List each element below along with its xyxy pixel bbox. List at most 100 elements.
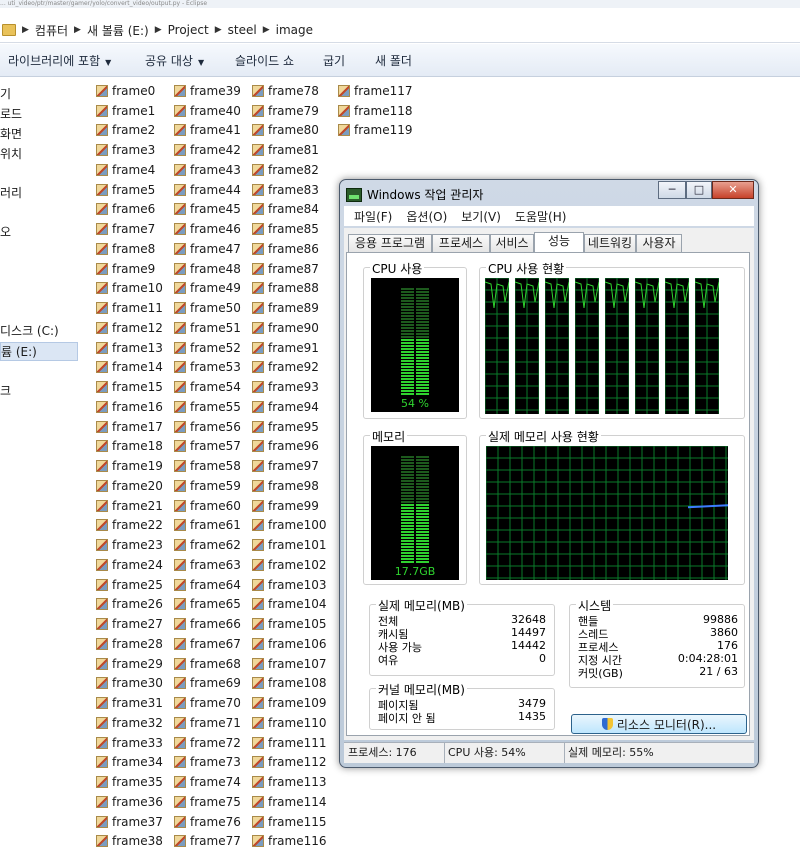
file-item[interactable]: frame104 xyxy=(252,595,327,615)
file-item[interactable]: frame26 xyxy=(96,595,163,615)
file-item[interactable]: frame97 xyxy=(252,456,319,476)
file-item[interactable]: frame38 xyxy=(96,832,163,852)
address-bar[interactable]: ▶ 컴퓨터 ▶ 새 볼륨 (E:) ▶ Project ▶ steel ▶ im… xyxy=(0,18,800,43)
file-item[interactable]: frame8 xyxy=(96,239,155,259)
file-item[interactable]: frame48 xyxy=(174,259,241,279)
file-item[interactable]: frame87 xyxy=(252,259,319,279)
file-item[interactable]: frame66 xyxy=(174,614,241,634)
file-item[interactable]: frame98 xyxy=(252,476,319,496)
file-item[interactable]: frame41 xyxy=(174,121,241,141)
file-item[interactable]: frame80 xyxy=(252,121,319,141)
file-item[interactable]: frame53 xyxy=(174,358,241,378)
file-item[interactable]: frame33 xyxy=(96,733,163,753)
file-item[interactable]: frame54 xyxy=(174,377,241,397)
nav-item-8[interactable]: 크 xyxy=(0,382,78,401)
file-item[interactable]: frame101 xyxy=(252,535,327,555)
file-item[interactable]: frame96 xyxy=(252,437,319,457)
breadcrumb-computer[interactable]: 컴퓨터 xyxy=(35,22,68,39)
file-item[interactable]: frame75 xyxy=(174,792,241,812)
menu-view[interactable]: 보기(V) xyxy=(461,208,501,225)
file-item[interactable]: frame108 xyxy=(252,674,327,694)
file-item[interactable]: frame32 xyxy=(96,713,163,733)
breadcrumb-image[interactable]: image xyxy=(276,23,313,37)
file-item[interactable]: frame34 xyxy=(96,753,163,773)
file-item[interactable]: frame24 xyxy=(96,555,163,575)
menu-options[interactable]: 옵션(O) xyxy=(406,208,447,225)
file-item[interactable]: frame56 xyxy=(174,417,241,437)
breadcrumb-project[interactable]: Project xyxy=(168,23,209,37)
file-item[interactable]: frame89 xyxy=(252,298,319,318)
file-item[interactable]: frame20 xyxy=(96,476,163,496)
file-item[interactable]: frame113 xyxy=(252,772,327,792)
file-item[interactable]: frame31 xyxy=(96,693,163,713)
file-item[interactable]: frame73 xyxy=(174,753,241,773)
file-item[interactable]: frame50 xyxy=(174,298,241,318)
tab-users[interactable]: 사용자 xyxy=(636,234,682,252)
file-item[interactable]: frame60 xyxy=(174,496,241,516)
include-in-library-button[interactable]: 라이브러리에 포함 ▼ xyxy=(8,52,111,69)
file-item[interactable]: frame111 xyxy=(252,733,327,753)
file-item[interactable]: frame46 xyxy=(174,219,241,239)
file-item[interactable]: frame9 xyxy=(96,259,155,279)
file-item[interactable]: frame102 xyxy=(252,555,327,575)
file-item[interactable]: frame69 xyxy=(174,674,241,694)
file-item[interactable]: frame117 xyxy=(338,81,413,101)
file-item[interactable]: frame13 xyxy=(96,338,163,358)
file-item[interactable]: frame52 xyxy=(174,338,241,358)
file-item[interactable]: frame77 xyxy=(174,832,241,852)
file-item[interactable]: frame58 xyxy=(174,456,241,476)
file-item[interactable]: frame42 xyxy=(174,140,241,160)
file-item[interactable]: frame83 xyxy=(252,180,319,200)
file-item[interactable]: frame5 xyxy=(96,180,155,200)
file-item[interactable]: frame116 xyxy=(252,832,327,852)
file-item[interactable]: frame14 xyxy=(96,358,163,378)
tab-applications[interactable]: 응용 프로그램 xyxy=(348,234,432,252)
file-item[interactable]: frame25 xyxy=(96,575,163,595)
maximize-button[interactable]: □ xyxy=(686,181,712,199)
file-item[interactable]: frame105 xyxy=(252,614,327,634)
file-item[interactable]: frame91 xyxy=(252,338,319,358)
nav-item-2[interactable]: 화면 xyxy=(0,125,78,144)
breadcrumb-steel[interactable]: steel xyxy=(228,23,257,37)
file-item[interactable]: frame74 xyxy=(174,772,241,792)
file-item[interactable]: frame70 xyxy=(174,693,241,713)
file-item[interactable]: frame21 xyxy=(96,496,163,516)
file-item[interactable]: frame81 xyxy=(252,140,319,160)
minimize-button[interactable]: ─ xyxy=(658,181,686,199)
file-item[interactable]: frame64 xyxy=(174,575,241,595)
file-item[interactable]: frame65 xyxy=(174,595,241,615)
file-item[interactable]: frame35 xyxy=(96,772,163,792)
file-item[interactable]: frame107 xyxy=(252,654,327,674)
breadcrumb-volume-e[interactable]: 새 볼륨 (E:) xyxy=(87,22,149,39)
resource-monitor-button[interactable]: 리소스 모니터(R)... xyxy=(571,714,747,734)
title-bar[interactable]: Windows 작업 관리자 xyxy=(346,186,483,203)
file-item[interactable]: frame119 xyxy=(338,121,413,141)
file-item[interactable]: frame94 xyxy=(252,397,319,417)
file-item[interactable]: frame112 xyxy=(252,753,327,773)
menu-help[interactable]: 도움말(H) xyxy=(515,208,567,225)
nav-item-3[interactable]: 위치 xyxy=(0,145,78,164)
menu-file[interactable]: 파일(F) xyxy=(354,208,392,225)
file-item[interactable]: frame62 xyxy=(174,535,241,555)
file-item[interactable]: frame30 xyxy=(96,674,163,694)
file-item[interactable]: frame67 xyxy=(174,634,241,654)
file-item[interactable]: frame115 xyxy=(252,812,327,832)
file-item[interactable]: frame47 xyxy=(174,239,241,259)
file-item[interactable]: frame28 xyxy=(96,634,163,654)
file-item[interactable]: frame85 xyxy=(252,219,319,239)
file-item[interactable]: frame93 xyxy=(252,377,319,397)
file-item[interactable]: frame49 xyxy=(174,279,241,299)
nav-item-0[interactable]: 기 xyxy=(0,85,78,104)
nav-item-5[interactable]: 오 xyxy=(0,223,78,242)
file-item[interactable]: frame4 xyxy=(96,160,155,180)
file-item[interactable]: frame109 xyxy=(252,693,327,713)
file-item[interactable]: frame78 xyxy=(252,81,319,101)
file-item[interactable]: frame90 xyxy=(252,318,319,338)
file-item[interactable]: frame71 xyxy=(174,713,241,733)
file-item[interactable]: frame15 xyxy=(96,377,163,397)
file-item[interactable]: frame6 xyxy=(96,200,155,220)
file-item[interactable]: frame12 xyxy=(96,318,163,338)
file-item[interactable]: frame3 xyxy=(96,140,155,160)
file-item[interactable]: frame86 xyxy=(252,239,319,259)
file-item[interactable]: frame1 xyxy=(96,101,155,121)
